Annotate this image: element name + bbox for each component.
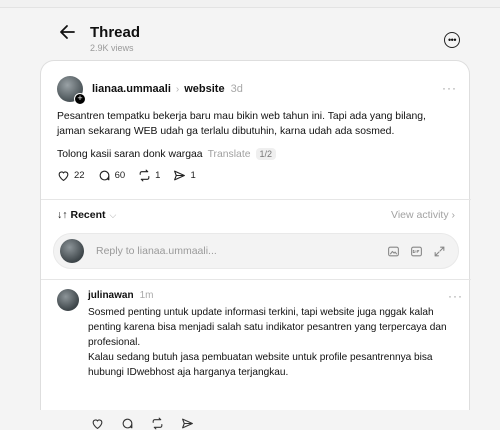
reply-text-1: Sosmed penting untuk update informasi te… xyxy=(88,307,447,348)
more-options-icon[interactable]: ••• xyxy=(444,32,460,48)
reply-input[interactable]: Reply to lianaa.ummaali... xyxy=(96,245,377,257)
repost-count: 1 xyxy=(155,170,161,181)
chevron-right-icon: › xyxy=(451,209,456,221)
heart-icon[interactable] xyxy=(91,417,104,430)
thread-card: + lianaa.ummaali › website 3d ··· Pesant… xyxy=(40,60,471,430)
sort-dropdown[interactable]: ↓↑ Recent ⌵ xyxy=(57,209,116,221)
post-text-line-2: Tolong kasii saran donk wargaa Translate… xyxy=(57,148,277,160)
like-button[interactable]: 22 xyxy=(57,169,85,182)
page-indicator: 1/2 xyxy=(255,148,277,160)
sort-label: Recent xyxy=(70,209,106,221)
sort-arrows-icon: ↓↑ xyxy=(57,209,68,221)
like-count: 22 xyxy=(74,170,85,181)
send-icon xyxy=(174,170,186,181)
post-actions: 22 60 1 1 xyxy=(57,169,209,182)
thread-header: Thread 2.9K views ••• xyxy=(40,20,470,60)
reply-input-box[interactable]: Reply to lianaa.ummaali... xyxy=(53,233,459,269)
chevron-right-icon: › xyxy=(175,83,180,95)
repost-button[interactable]: 1 xyxy=(138,169,160,182)
view-activity-link[interactable]: View activity › xyxy=(391,209,455,221)
repost-icon xyxy=(139,169,150,182)
reply-count: 60 xyxy=(114,170,126,181)
reply-text: Sosmed penting untuk update informasi te… xyxy=(88,305,460,380)
divider xyxy=(41,279,471,280)
post-username[interactable]: lianaa.ummaali xyxy=(92,83,171,95)
post-time: 3d xyxy=(230,83,243,95)
back-arrow-icon[interactable] xyxy=(58,22,80,44)
view-activity-label: View activity xyxy=(391,209,449,221)
post-topic[interactable]: website xyxy=(184,83,224,95)
avatar[interactable]: + xyxy=(57,76,86,105)
reply-text-2: Kalau sedang butuh jasa pembuatan websit… xyxy=(88,352,433,378)
reply-time: 1m xyxy=(139,290,154,301)
chevron-down-icon: ⌵ xyxy=(109,209,117,220)
follow-plus-icon[interactable]: + xyxy=(74,93,86,105)
avatar[interactable] xyxy=(57,289,79,311)
expand-icon[interactable] xyxy=(433,245,446,258)
avatar xyxy=(60,239,84,263)
share-button[interactable]: 1 xyxy=(173,169,196,182)
reply-username[interactable]: julinawan xyxy=(88,290,134,301)
comment-icon[interactable] xyxy=(121,417,134,430)
gif-icon[interactable] xyxy=(410,245,423,258)
reply-more-icon[interactable]: ··· xyxy=(448,289,463,303)
post-header: + lianaa.ummaali › website 3d xyxy=(57,75,243,105)
translate-link[interactable]: Translate xyxy=(208,149,251,160)
post-text-2: Tolong kasii saran donk wargaa xyxy=(57,148,203,160)
send-icon[interactable] xyxy=(181,417,194,430)
view-count: 2.9K views xyxy=(90,43,134,53)
reply-actions xyxy=(91,417,211,430)
comment-icon xyxy=(99,170,109,181)
page-title: Thread xyxy=(90,24,141,41)
divider xyxy=(41,199,471,200)
post-text: Pesantren tempatku bekerja baru mau biki… xyxy=(57,111,426,137)
post-more-icon[interactable]: ··· xyxy=(442,81,457,95)
image-icon[interactable] xyxy=(387,245,400,258)
heart-icon xyxy=(58,171,69,182)
reply-button[interactable]: 60 xyxy=(98,169,126,182)
repost-icon[interactable] xyxy=(151,417,164,430)
browser-top-strip xyxy=(0,0,500,8)
share-count: 1 xyxy=(190,170,196,181)
